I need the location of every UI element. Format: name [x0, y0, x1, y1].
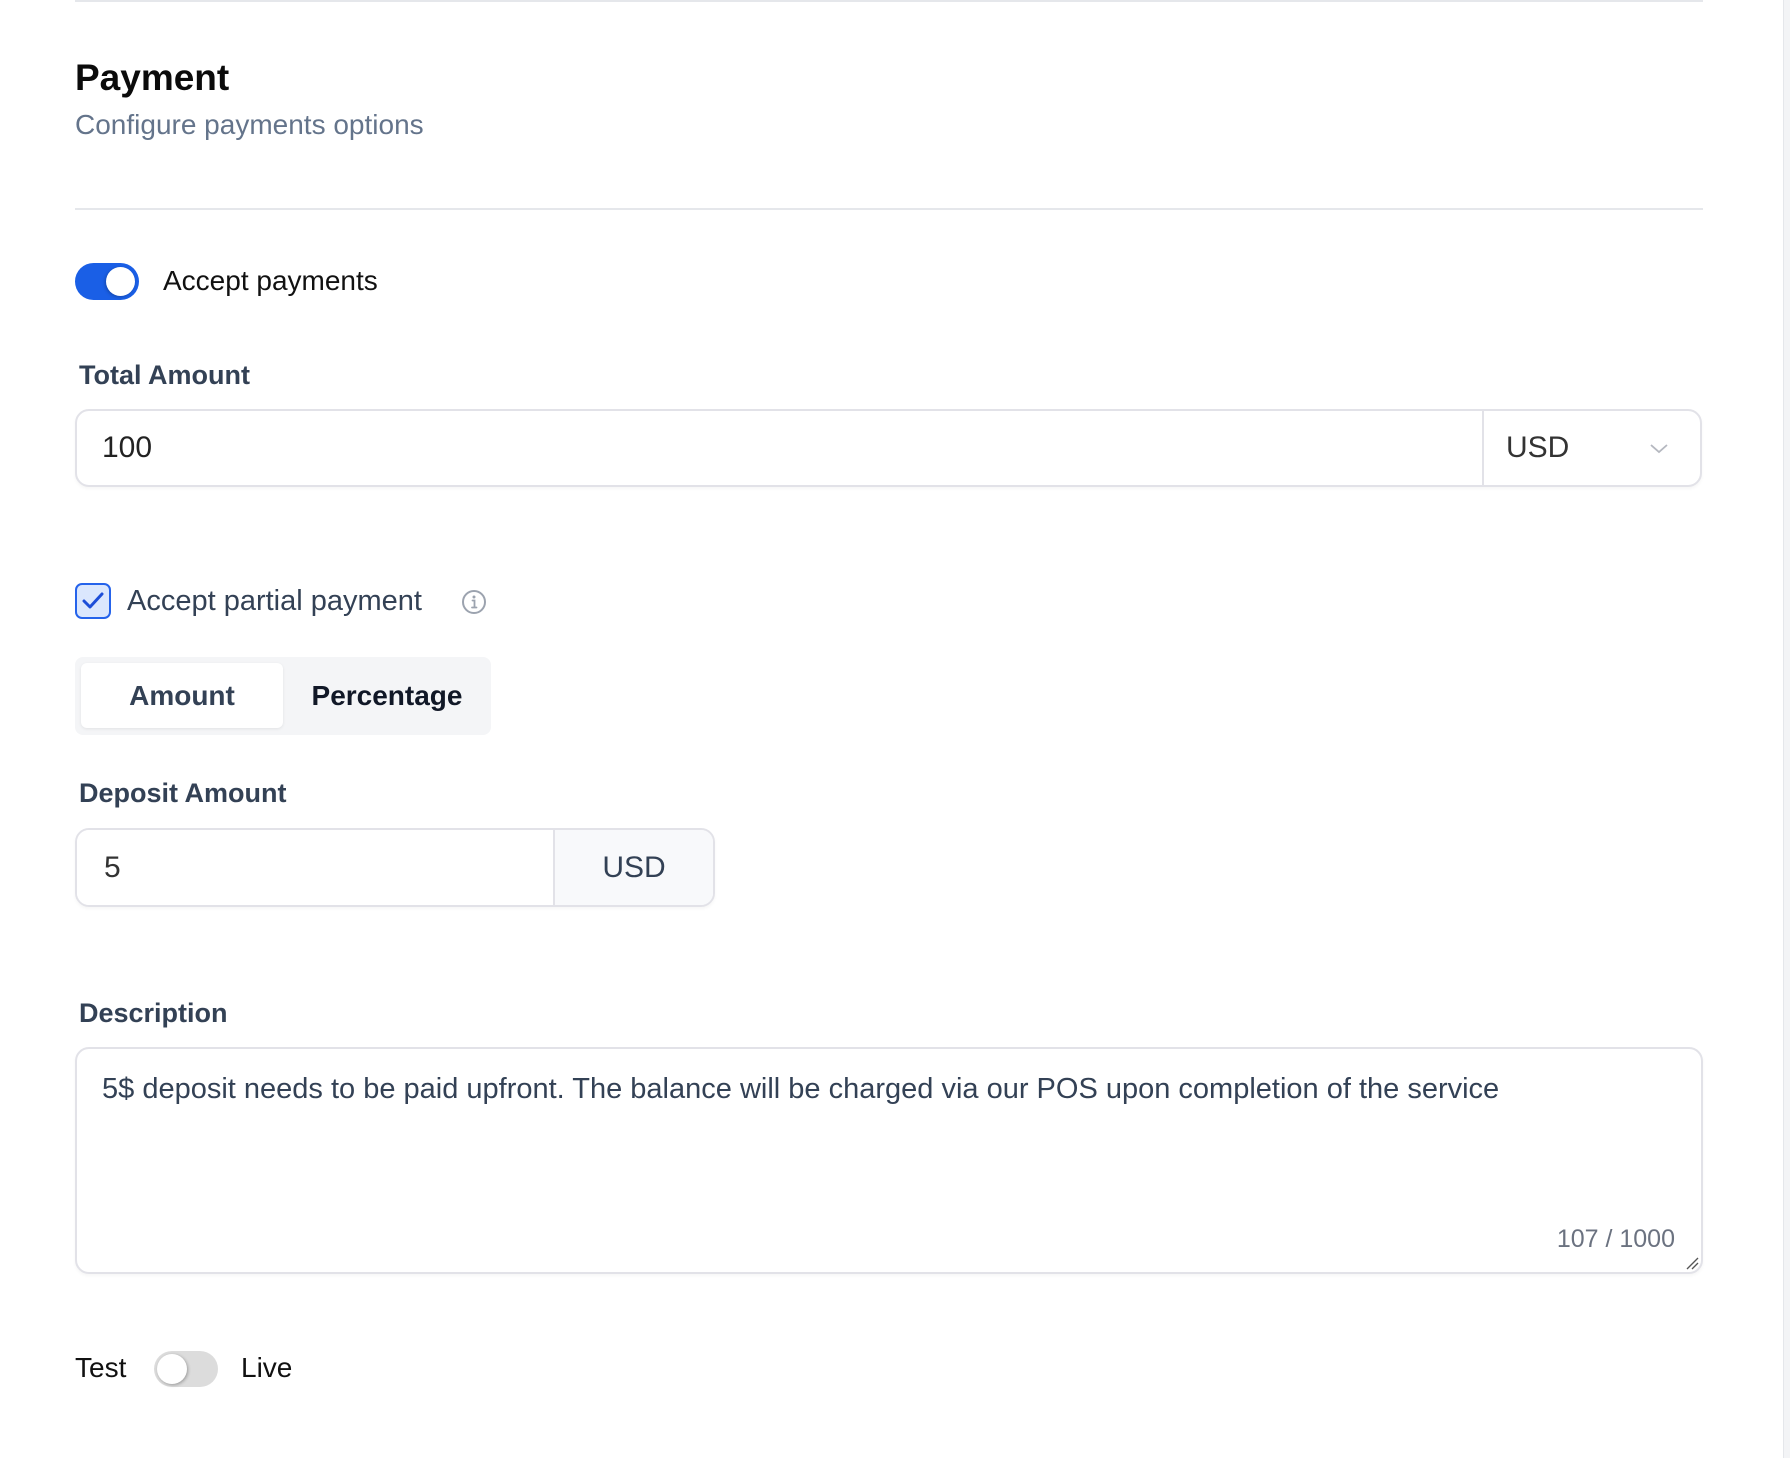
- accept-payments-toggle[interactable]: [75, 263, 139, 300]
- mode-live-label: Live: [241, 1352, 293, 1383]
- character-counter: 107 / 1000: [1556, 1225, 1675, 1253]
- scrollbar-track[interactable]: [1783, 0, 1790, 1458]
- deposit-amount-group: USD: [75, 828, 715, 907]
- partial-payment-label: Accept partial payment: [127, 585, 422, 617]
- resize-handle-icon[interactable]: [1683, 1254, 1699, 1270]
- deposit-type-segmented-control: Amount Percentage: [75, 657, 491, 735]
- total-amount-input[interactable]: [77, 411, 1482, 485]
- chevron-down-icon: [1650, 444, 1668, 454]
- deposit-currency-addon: USD: [553, 830, 713, 905]
- description-field: 5$ deposit needs to be paid upfront. The…: [75, 1047, 1703, 1274]
- info-circle-icon[interactable]: [461, 589, 487, 615]
- toggle-knob: [157, 1354, 187, 1384]
- mode-test-label: Test: [75, 1352, 127, 1383]
- section-title: Payment: [75, 57, 230, 98]
- total-amount-label: Total Amount: [79, 360, 250, 390]
- test-live-toggle[interactable]: [154, 1351, 218, 1387]
- top-divider: [75, 0, 1703, 2]
- deposit-amount-label: Deposit Amount: [79, 778, 287, 808]
- toggle-knob: [106, 267, 135, 296]
- total-currency-select[interactable]: USD: [1482, 411, 1700, 485]
- deposit-amount-input[interactable]: [77, 830, 553, 905]
- total-currency-value: USD: [1506, 431, 1570, 464]
- accept-payments-label: Accept payments: [163, 265, 378, 296]
- description-textarea[interactable]: 5$ deposit needs to be paid upfront. The…: [77, 1049, 1701, 1272]
- total-amount-group: USD: [75, 409, 1702, 487]
- partial-payment-checkbox[interactable]: [75, 583, 111, 619]
- description-label: Description: [79, 998, 228, 1028]
- segment-percentage[interactable]: Percentage: [283, 663, 491, 728]
- section-subtitle: Configure payments options: [75, 109, 424, 140]
- section-divider: [75, 208, 1703, 210]
- segment-amount[interactable]: Amount: [81, 663, 283, 728]
- checkmark-icon: [82, 592, 104, 609]
